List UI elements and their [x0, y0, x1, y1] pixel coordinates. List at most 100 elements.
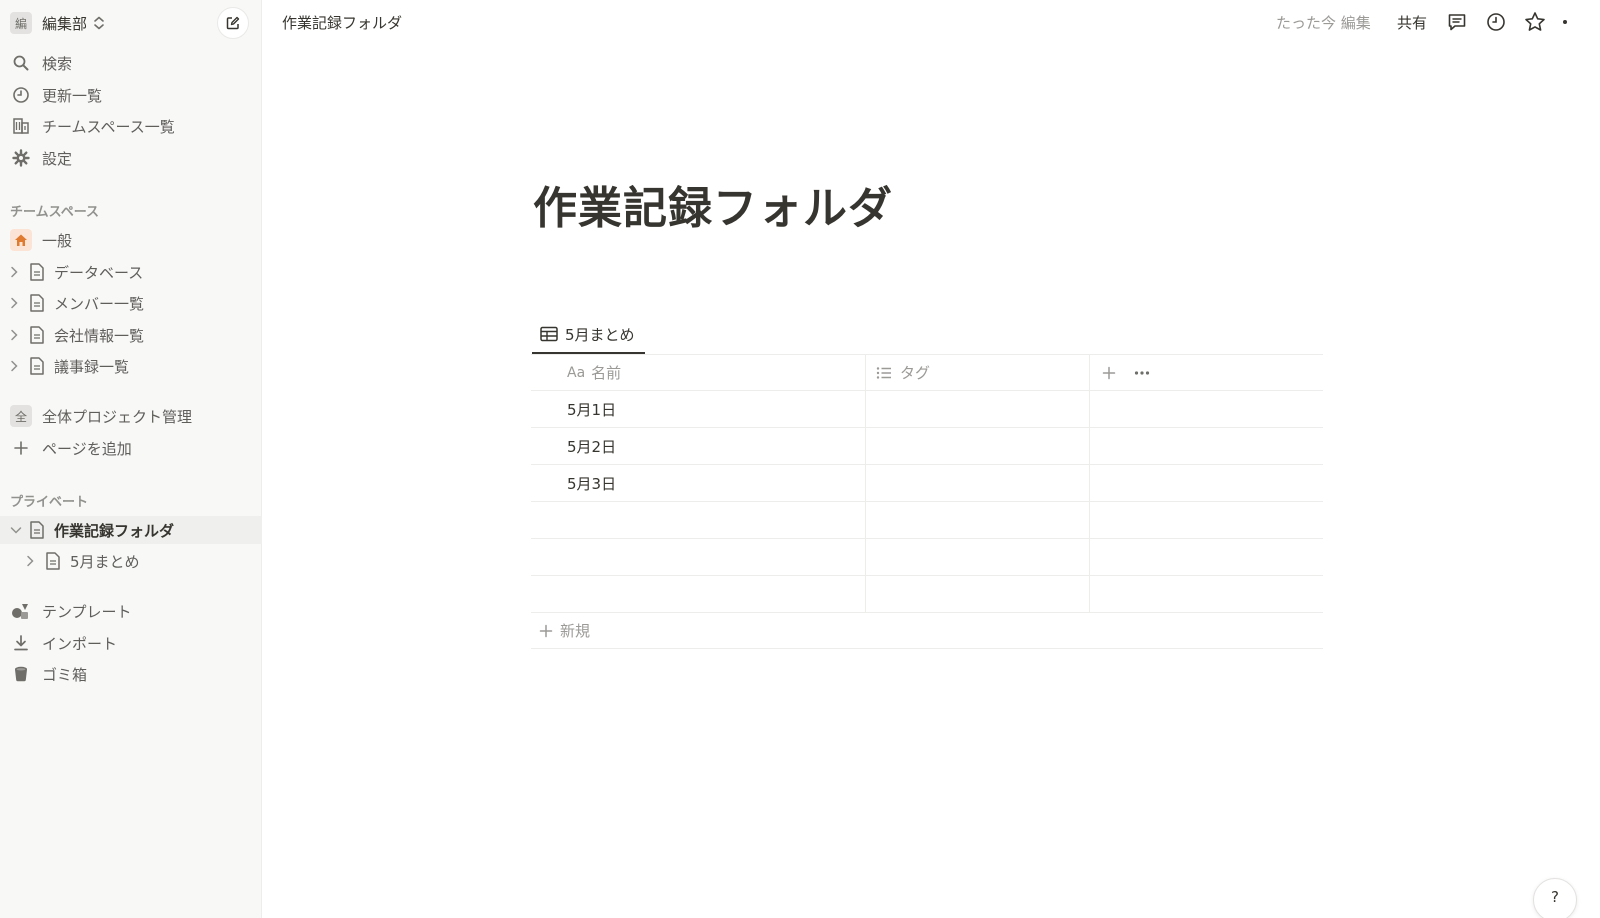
favorite-button[interactable]: [1523, 10, 1547, 34]
name-cell[interactable]: [531, 502, 866, 538]
name-cell[interactable]: [531, 539, 866, 575]
database-table: Aa 名前 タグ 5月1日 5月2日 5月3日 新規: [531, 354, 1323, 649]
sidebar-item-label: 議事録一覧: [54, 357, 130, 376]
comments-button[interactable]: [1445, 10, 1469, 34]
table-row[interactable]: 5月1日: [531, 391, 1323, 428]
table-row[interactable]: 5月3日: [531, 465, 1323, 502]
breadcrumb[interactable]: 作業記録フォルダ: [282, 12, 402, 33]
sidebar-item-label: 一般: [42, 231, 73, 250]
help-button[interactable]: ?: [1533, 878, 1577, 918]
home-icon: [10, 229, 32, 251]
view-tab-may-summary[interactable]: 5月まとめ: [532, 316, 645, 354]
plus-icon: [539, 624, 553, 638]
view-tab-label: 5月まとめ: [565, 325, 635, 344]
more-options-button[interactable]: [1134, 370, 1150, 376]
name-cell[interactable]: 5月3日: [531, 465, 866, 501]
sidebar-item-label: 5月まとめ: [70, 552, 140, 571]
chevron-updown-icon: [93, 16, 105, 30]
tag-cell[interactable]: [866, 576, 1090, 612]
last-edited-label: たった今 編集: [1276, 14, 1371, 32]
share-button[interactable]: 共有: [1397, 12, 1427, 33]
sidebar-item-search[interactable]: 検索: [0, 49, 262, 77]
text-property-icon: Aa: [567, 364, 586, 381]
sidebar-item-settings[interactable]: 設定: [0, 144, 262, 172]
sidebar-item-label: 更新一覧: [42, 86, 103, 105]
sidebar-item-label: 会社情報一覧: [54, 326, 145, 345]
clock-icon: [1486, 12, 1506, 32]
column-header-tag[interactable]: タグ: [866, 355, 1090, 390]
star-icon: [1524, 11, 1546, 33]
table-row[interactable]: [531, 576, 1323, 613]
name-cell[interactable]: [531, 576, 866, 612]
search-icon: [10, 52, 32, 74]
tag-cell[interactable]: [866, 465, 1090, 501]
sidebar-item-label: インポート: [42, 634, 118, 653]
comment-icon: [1447, 12, 1467, 32]
sidebar-item-database[interactable]: データベース: [0, 258, 262, 286]
sidebar-item-may-summary[interactable]: 5月まとめ: [0, 547, 262, 575]
table-row[interactable]: [531, 539, 1323, 576]
sidebar-item-label: 作業記録フォルダ: [54, 521, 175, 540]
tag-cell[interactable]: [866, 539, 1090, 575]
new-row-label: 新規: [560, 622, 591, 640]
sidebar-item-trash[interactable]: ゴミ箱: [0, 660, 262, 688]
add-property-button[interactable]: [1102, 366, 1116, 380]
chevron-right-icon[interactable]: [26, 555, 38, 567]
chevron-right-icon[interactable]: [10, 297, 22, 309]
sidebar-item-label: 設定: [42, 149, 73, 168]
sidebar-item-project[interactable]: 全 全体プロジェクト管理: [0, 402, 262, 430]
new-row-button[interactable]: 新規: [531, 613, 1323, 649]
sidebar-item-label: テンプレート: [42, 602, 132, 621]
tag-cell[interactable]: [866, 502, 1090, 538]
chevron-right-icon[interactable]: [10, 329, 22, 341]
sidebar-item-label: 全体プロジェクト管理: [42, 407, 193, 426]
page-icon: [26, 292, 48, 314]
page-icon: [26, 261, 48, 283]
shapes-icon: [10, 600, 32, 622]
gear-icon: [10, 147, 32, 169]
sidebar-item-teamspaces[interactable]: チームスペース一覧: [0, 112, 262, 140]
more-icon: [1560, 19, 1570, 25]
sidebar-item-templates[interactable]: テンプレート: [0, 597, 262, 625]
sidebar-item-updates[interactable]: 更新一覧: [0, 81, 262, 109]
page-icon: [42, 550, 64, 572]
sidebar-item-label: ページを追加: [42, 439, 132, 458]
add-page-button[interactable]: ページを追加: [0, 434, 262, 462]
sidebar-item-label: ゴミ箱: [42, 665, 88, 684]
sidebar-item-minutes[interactable]: 議事録一覧: [0, 352, 262, 380]
chevron-right-icon[interactable]: [10, 266, 22, 278]
sidebar-item-label: 検索: [42, 54, 73, 73]
new-page-button[interactable]: [217, 7, 249, 39]
chevron-right-icon[interactable]: [10, 360, 22, 372]
clock-icon: [10, 84, 32, 106]
empty-cell: [1090, 539, 1323, 575]
compose-icon: [226, 16, 240, 30]
sidebar-item-import[interactable]: インポート: [0, 629, 262, 657]
column-actions: [1090, 355, 1323, 390]
trash-icon: [10, 663, 32, 685]
more-menu-button[interactable]: [1559, 10, 1571, 34]
list-icon: [876, 366, 892, 380]
empty-cell: [1090, 502, 1323, 538]
empty-cell: [1090, 428, 1323, 464]
sidebar-item-members[interactable]: メンバー一覧: [0, 289, 262, 317]
empty-cell: [1090, 391, 1323, 427]
sidebar-item-label: メンバー一覧: [54, 294, 145, 313]
download-icon: [10, 632, 32, 654]
column-header-label: タグ: [900, 364, 931, 382]
tag-cell[interactable]: [866, 428, 1090, 464]
sidebar-item-work-log[interactable]: 作業記録フォルダ: [0, 516, 262, 544]
table-header-row: Aa 名前 タグ: [531, 354, 1323, 391]
sidebar-item-company-info[interactable]: 会社情報一覧: [0, 321, 262, 349]
history-button[interactable]: [1484, 10, 1508, 34]
chevron-down-icon[interactable]: [10, 526, 22, 534]
sidebar-item-general[interactable]: 一般: [0, 226, 262, 254]
tag-cell[interactable]: [866, 391, 1090, 427]
name-cell[interactable]: 5月1日: [531, 391, 866, 427]
table-row[interactable]: [531, 502, 1323, 539]
page-icon: [26, 519, 48, 541]
page-title[interactable]: 作業記録フォルダ: [533, 172, 893, 236]
name-cell[interactable]: 5月2日: [531, 428, 866, 464]
table-row[interactable]: 5月2日: [531, 428, 1323, 465]
column-header-name[interactable]: Aa 名前: [531, 355, 866, 390]
